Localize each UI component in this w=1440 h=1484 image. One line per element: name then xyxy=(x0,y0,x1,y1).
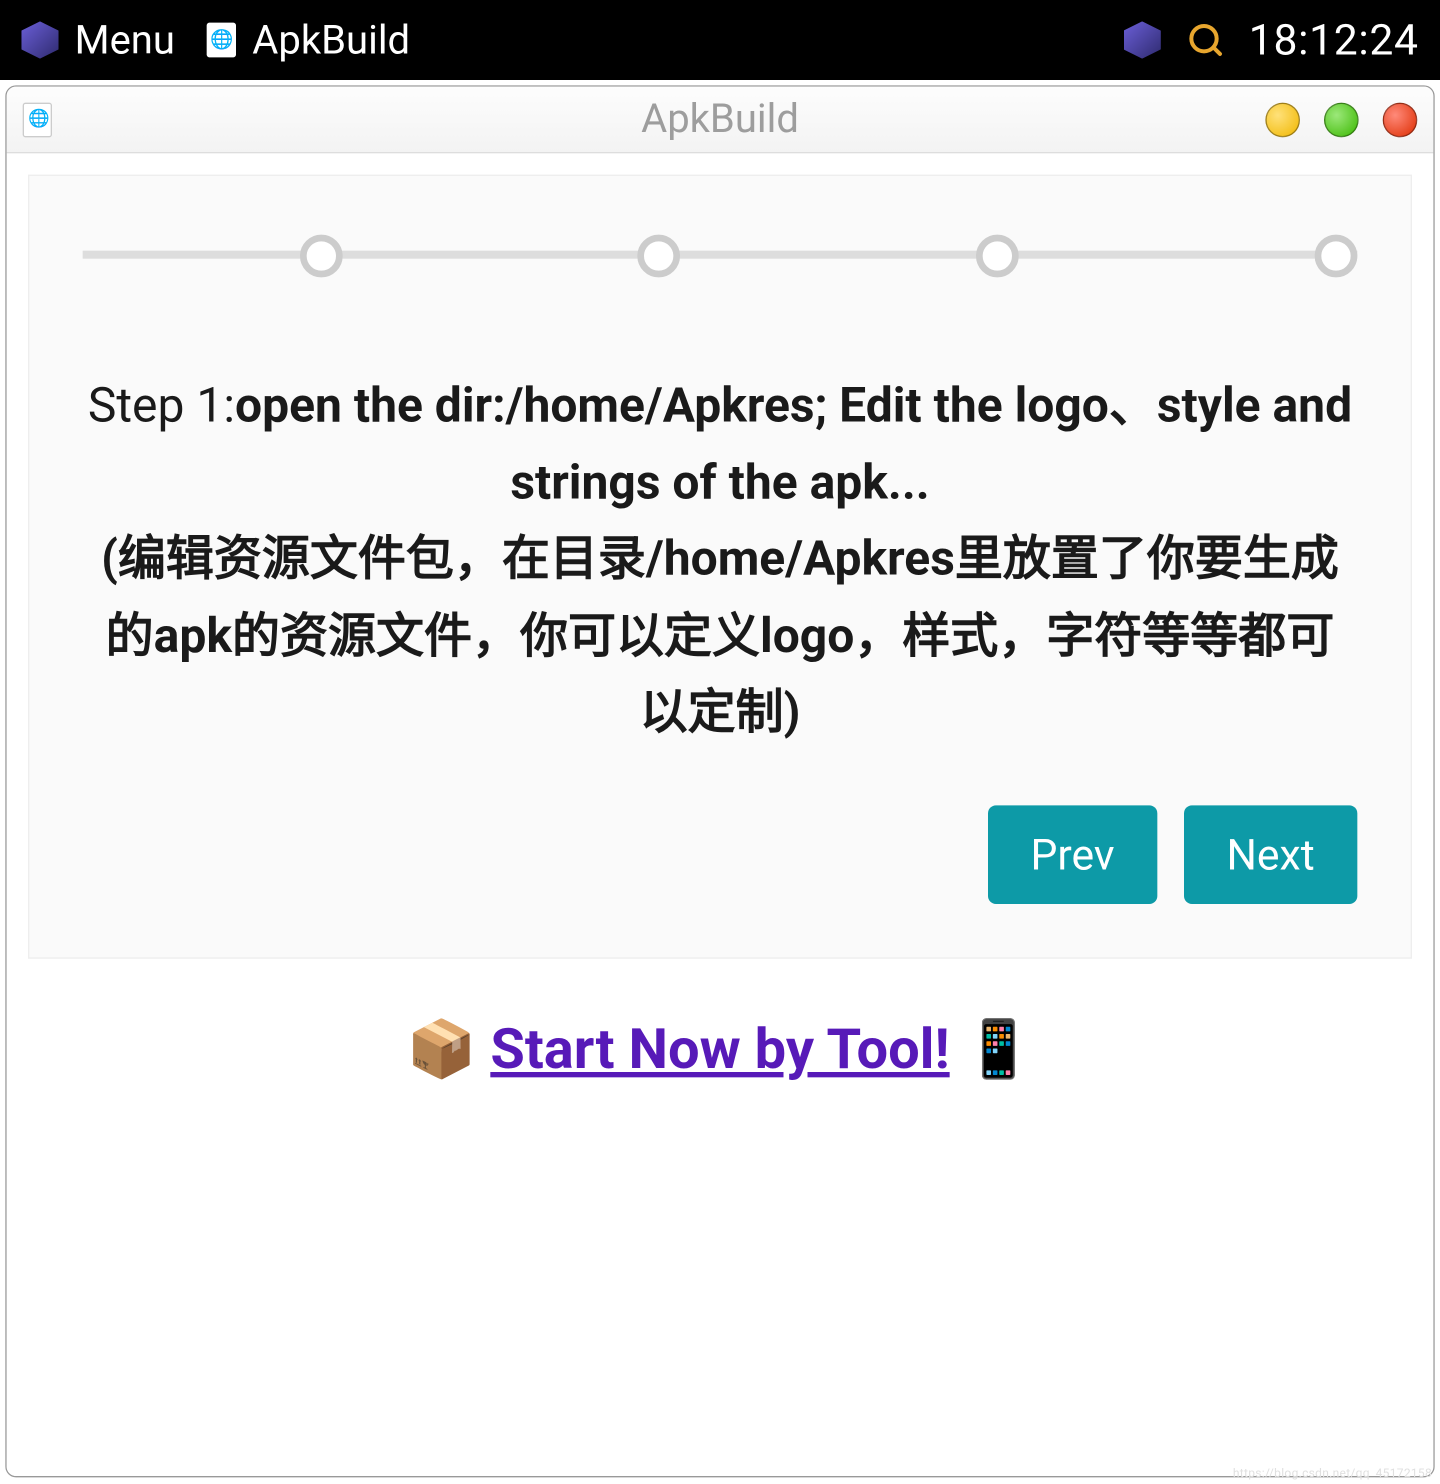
taskbar-app-label: ApkBuild xyxy=(252,17,410,64)
step-dot-4[interactable] xyxy=(1315,235,1358,278)
titlebar[interactable]: ApkBuild xyxy=(7,87,1434,154)
step-dot-2[interactable] xyxy=(638,235,681,278)
stepper xyxy=(83,221,1358,288)
step-prefix: Step 1: xyxy=(88,377,235,433)
minimize-button[interactable] xyxy=(1265,102,1300,137)
cta-link[interactable]: Start Now by Tool! xyxy=(490,1017,949,1082)
cube-icon xyxy=(21,21,58,58)
next-button[interactable]: Next xyxy=(1184,805,1358,904)
window-body: Step 1:open the dir:/home/Apkres; Edit t… xyxy=(7,153,1434,1476)
taskbar-menu-label: Menu xyxy=(75,17,175,64)
taskbar-menu[interactable]: Menu xyxy=(21,17,175,64)
window-title: ApkBuild xyxy=(641,96,799,143)
document-icon xyxy=(23,102,52,137)
close-button[interactable] xyxy=(1383,102,1418,137)
step-headline: open the dir:/home/Apkres; Edit the logo… xyxy=(235,377,1352,510)
phone-icon: 📱 xyxy=(964,1017,1034,1082)
step-dot-1[interactable] xyxy=(299,235,342,278)
cube-icon[interactable] xyxy=(1123,21,1160,58)
step-description: Step 1:open the dir:/home/Apkres; Edit t… xyxy=(83,368,1358,752)
watermark: https://blog.csdn.net/qq_45172158 xyxy=(1233,1466,1432,1480)
cta-row: 📦 Start Now by Tool! 📱 xyxy=(28,1017,1412,1082)
app-window: ApkBuild xyxy=(5,85,1434,1477)
search-icon[interactable] xyxy=(1187,23,1222,58)
package-icon: 📦 xyxy=(407,1017,477,1082)
maximize-button[interactable] xyxy=(1324,102,1359,137)
document-icon xyxy=(207,23,236,58)
step-subline: (编辑资源文件包，在目录/home/Apkres里放置了你要生成的apk的资源文… xyxy=(101,531,1339,741)
clock: 18:12:24 xyxy=(1249,15,1419,66)
taskbar-app[interactable]: ApkBuild xyxy=(207,17,410,64)
wizard-card: Step 1:open the dir:/home/Apkres; Edit t… xyxy=(28,175,1412,959)
step-dot-3[interactable] xyxy=(976,235,1019,278)
prev-button[interactable]: Prev xyxy=(988,805,1157,904)
taskbar: Menu ApkBuild 18:12:24 xyxy=(0,0,1440,80)
